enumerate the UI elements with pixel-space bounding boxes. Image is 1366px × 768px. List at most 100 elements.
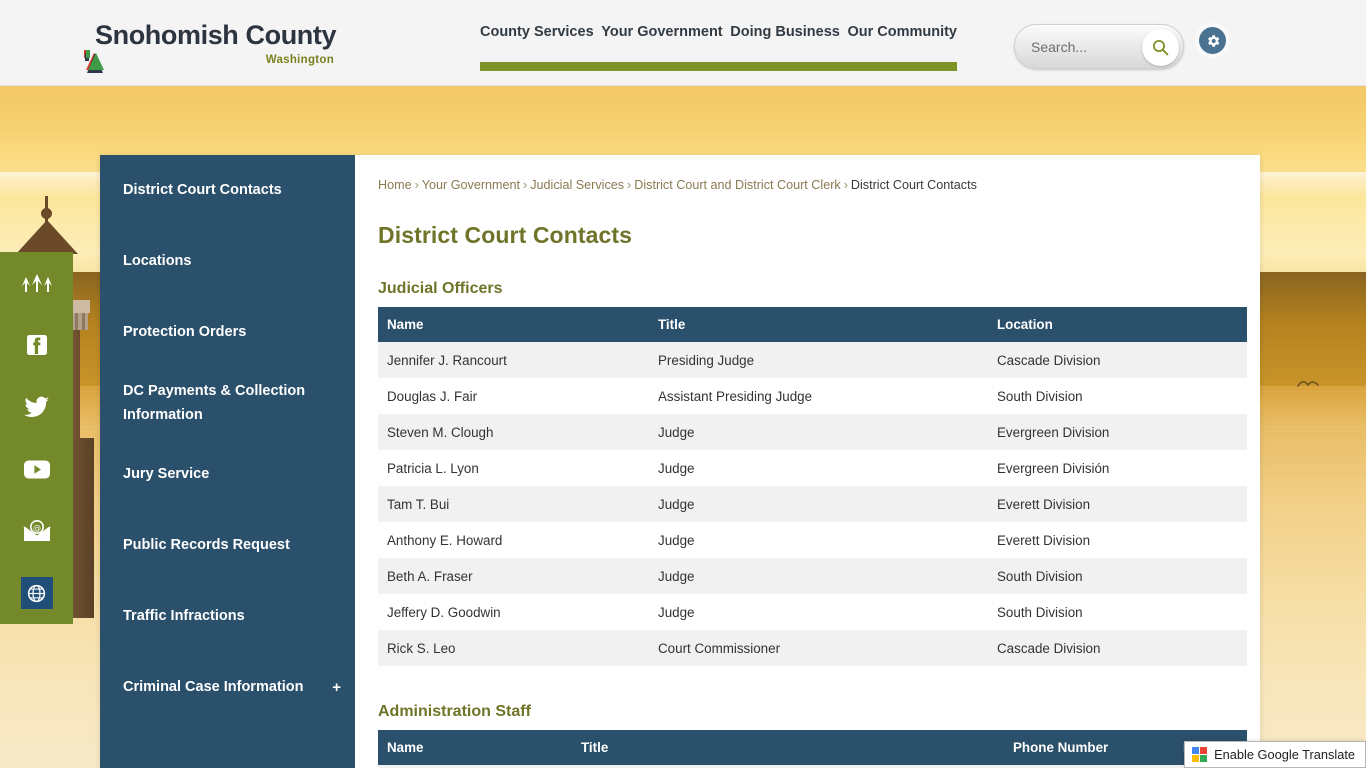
cell-title: Judge [658, 568, 695, 584]
table-row: Tam T. Bui Judge Everett Division [378, 486, 1247, 522]
sidebar-item-criminal-case-information[interactable]: Criminal Case Information + [100, 652, 355, 723]
sidebar-item-label: Public Records Request [123, 536, 290, 553]
table-header-row: Name Title Location [378, 307, 1247, 342]
search-icon [1153, 40, 1169, 56]
primary-navigation: County Services Your Government Doing Bu… [480, 24, 957, 40]
column-header-title: Title [649, 307, 988, 342]
judicial-officers-table: Name Title Location Jennifer J. Rancourt… [378, 307, 1247, 666]
table-row: Jeffery D. Goodwin Judge South Division [378, 594, 1247, 630]
cell-title: Judge [658, 496, 695, 512]
sidebar-item-label: DC Payments & Collection Information [123, 383, 306, 423]
table-row: Steven M. Clough Judge Evergreen Divisio… [378, 414, 1247, 450]
sidebar-item-public-records-request[interactable]: Public Records Request [100, 510, 355, 581]
cell-title: Assistant Presiding Judge [658, 388, 813, 404]
site-logo[interactable]: Snohomish County Washington [84, 20, 336, 73]
youtube-icon [23, 460, 50, 478]
breadcrumb-separator: › [843, 178, 848, 192]
column-header-location: Location [988, 307, 1247, 342]
sidebar-item-label: Protection Orders [123, 323, 247, 340]
breadcrumb-separator: › [627, 178, 632, 192]
enable-google-translate-button[interactable]: Enable Google Translate [1184, 741, 1366, 768]
column-header-name: Name [378, 730, 572, 765]
nav-item-county-services[interactable]: County Services [480, 24, 594, 40]
nav-item-your-government[interactable]: Your Government [601, 24, 722, 40]
cell-name: Tam T. Bui [387, 496, 450, 512]
google-translate-icon [1192, 747, 1208, 762]
sidebar-item-locations[interactable]: Locations [100, 226, 355, 297]
nav-item-doing-business[interactable]: Doing Business [730, 24, 840, 40]
sidebar-item-jury-service[interactable]: Jury Service [100, 439, 355, 510]
cell-location: Cascade Division [997, 352, 1101, 368]
sidebar-item-label: Traffic Infractions [123, 607, 245, 624]
table-row: Rick S. Leo Court Commissioner Cascade D… [378, 630, 1247, 666]
social-snohomish-county-logo[interactable] [0, 252, 73, 314]
table-row: Jennifer J. Rancourt Presiding Judge Cas… [378, 342, 1247, 378]
enable-google-translate-label: Enable Google Translate [1214, 747, 1355, 762]
breadcrumb-item-current: District Court Contacts [850, 178, 977, 192]
table-row: Beth A. Fraser Judge South Division [378, 558, 1247, 594]
cell-location: Cascade Division [997, 640, 1101, 656]
twitter-icon [23, 396, 49, 418]
logo-subtitle: Washington [265, 54, 335, 66]
svg-text:@: @ [33, 523, 41, 532]
cell-location: Evergreen División [997, 460, 1110, 476]
cell-name: Douglas J. Fair [387, 388, 478, 404]
settings-button[interactable] [1199, 27, 1226, 54]
sidebar-item-label: Jury Service [123, 465, 210, 482]
cell-location: South Division [997, 568, 1083, 584]
sidebar-item-label: Criminal Case Information [123, 678, 304, 695]
cell-location: Evergreen Division [997, 424, 1110, 440]
main-content: Home › Your Government › Judicial Services › D… [355, 155, 1260, 768]
social-media-rail: @ [0, 252, 73, 624]
breadcrumb-item-district-court-and-district-court-clerk[interactable]: District Court and District Court Clerk [634, 178, 840, 192]
social-facebook[interactable] [0, 314, 73, 376]
cell-name: Jeffery D. Goodwin [387, 604, 501, 620]
sidebar-item-district-court-contacts[interactable]: District Court Contacts [100, 155, 355, 226]
expand-plus-icon[interactable]: + [332, 676, 341, 700]
search-input[interactable] [1031, 36, 1137, 58]
social-email[interactable]: @ [0, 500, 73, 562]
breadcrumb-item-home[interactable]: Home [378, 178, 412, 192]
nav-item-our-community[interactable]: Our Community [847, 24, 957, 40]
facebook-icon [26, 335, 47, 355]
cell-name: Jennifer J. Rancourt [387, 352, 507, 368]
email-icon: @ [22, 519, 51, 541]
breadcrumb-separator: › [414, 178, 419, 192]
search-button[interactable] [1142, 29, 1179, 66]
sidebar-item-dc-payments-collection-information[interactable]: DC Payments & Collection Information [100, 368, 355, 439]
cell-title: Court Commissioner [658, 640, 781, 656]
breadcrumb-separator: › [523, 178, 528, 192]
site-header: Snohomish County Washington County Servi… [0, 0, 1366, 86]
cell-location: South Division [997, 604, 1083, 620]
bird-silhouette [1297, 379, 1319, 391]
cell-name: Patricia L. Lyon [387, 460, 479, 476]
column-header-name: Name [378, 307, 649, 342]
sidebar-item-protection-orders[interactable]: Protection Orders [100, 297, 355, 368]
cell-title: Judge [658, 424, 695, 440]
cell-location: Everett Division [997, 496, 1091, 512]
sidebar-item-traffic-infractions[interactable]: Traffic Infractions [100, 581, 355, 652]
section-sidebar: District Court Contacts Locations Protec… [100, 155, 355, 768]
cell-title: Judge [658, 460, 695, 476]
table-row: Patricia L. Lyon Judge Evergreen Divisió… [378, 450, 1247, 486]
cell-title: Judge [658, 532, 695, 548]
cell-name: Rick S. Leo [387, 640, 456, 656]
page-root: Snohomish County Washington County Servi… [0, 0, 1366, 768]
breadcrumb-item-your-government[interactable]: Your Government [422, 178, 520, 192]
social-youtube[interactable] [0, 438, 73, 500]
content-card: District Court Contacts Locations Protec… [100, 155, 1260, 768]
cell-name: Beth A. Fraser [387, 568, 473, 584]
breadcrumb-item-judicial-services[interactable]: Judicial Services [530, 178, 624, 192]
breadcrumb: Home › Your Government › Judicial Services › D… [378, 178, 1244, 192]
column-header-title: Title [572, 730, 1004, 765]
cell-title: Presiding Judge [658, 352, 755, 368]
section-heading-judicial-officers: Judicial Officers [378, 280, 503, 297]
navigation-underline-bar [480, 62, 957, 71]
cell-name: Anthony E. Howard [387, 532, 503, 548]
sidebar-item-label: Locations [123, 252, 192, 269]
sidebar-item-label: District Court Contacts [123, 181, 282, 198]
table-row: Anthony E. Howard Judge Everett Division [378, 522, 1247, 558]
social-translate-globe[interactable] [0, 562, 73, 624]
cell-location: Everett Division [997, 532, 1091, 548]
social-twitter[interactable] [0, 376, 73, 438]
